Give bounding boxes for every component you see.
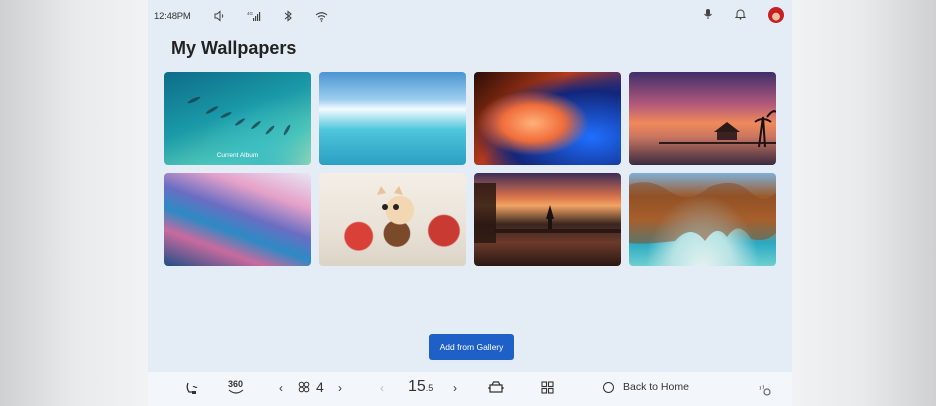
wallpaper-thumb[interactable] (319, 173, 466, 266)
app-grid-icon[interactable] (541, 381, 554, 397)
avatar[interactable] (768, 7, 784, 23)
status-bar: 12:48PM 4G (148, 0, 792, 32)
volume-icon[interactable] (213, 9, 227, 23)
car-icon[interactable] (488, 381, 504, 397)
bell-icon[interactable] (734, 8, 747, 23)
status-right (703, 7, 784, 23)
status-time: 12:48PM (154, 10, 191, 22)
dock-bar: 360 ‹ 4 › ‹ 15.5 › Back to Home (148, 372, 792, 406)
wallpaper-thumb[interactable] (474, 72, 621, 165)
signal-icon: 4G (247, 9, 261, 23)
screen: 12:48PM 4G My Wallpapers Current Album A… (148, 0, 792, 406)
back-to-home-button[interactable]: Back to Home (603, 381, 689, 393)
wallpaper-grid: Current Album (164, 72, 780, 266)
wifi-icon[interactable] (315, 9, 329, 23)
fan-increase-button[interactable]: › (338, 381, 342, 395)
wallpaper-thumb[interactable] (164, 173, 311, 266)
back-to-home-label: Back to Home (623, 381, 689, 393)
wallpaper-thumb[interactable] (319, 72, 466, 165)
temperature-main: 15 (408, 378, 426, 395)
fan-decrease-button[interactable]: ‹ (279, 381, 283, 395)
wallpaper-thumb[interactable]: Current Album (164, 72, 311, 165)
view-360-button[interactable]: 360 (228, 379, 244, 395)
temperature-decimal: .5 (425, 383, 434, 393)
temp-increase-button[interactable]: › (453, 381, 457, 395)
microphone-icon[interactable] (703, 8, 713, 23)
wallpaper-thumb[interactable] (474, 173, 621, 266)
home-circle-icon (603, 381, 614, 393)
fan-icon (298, 381, 310, 396)
view-360-label: 360 (228, 379, 244, 389)
temp-decrease-button[interactable]: ‹ (380, 381, 384, 395)
fan-level: 4 (316, 379, 324, 395)
svg-text:4G: 4G (247, 11, 254, 16)
steering-heat-icon[interactable] (758, 384, 772, 399)
wallpaper-thumb[interactable] (629, 173, 776, 266)
wallpaper-thumb[interactable] (629, 72, 776, 165)
add-from-gallery-button[interactable]: Add from Gallery (429, 334, 514, 360)
bluetooth-icon[interactable] (281, 9, 295, 23)
seat-heat-icon[interactable] (184, 381, 198, 398)
temperature: 15.5 (408, 378, 433, 396)
current-album-label: Current Album (216, 152, 259, 159)
page-title: My Wallpapers (171, 38, 297, 58)
